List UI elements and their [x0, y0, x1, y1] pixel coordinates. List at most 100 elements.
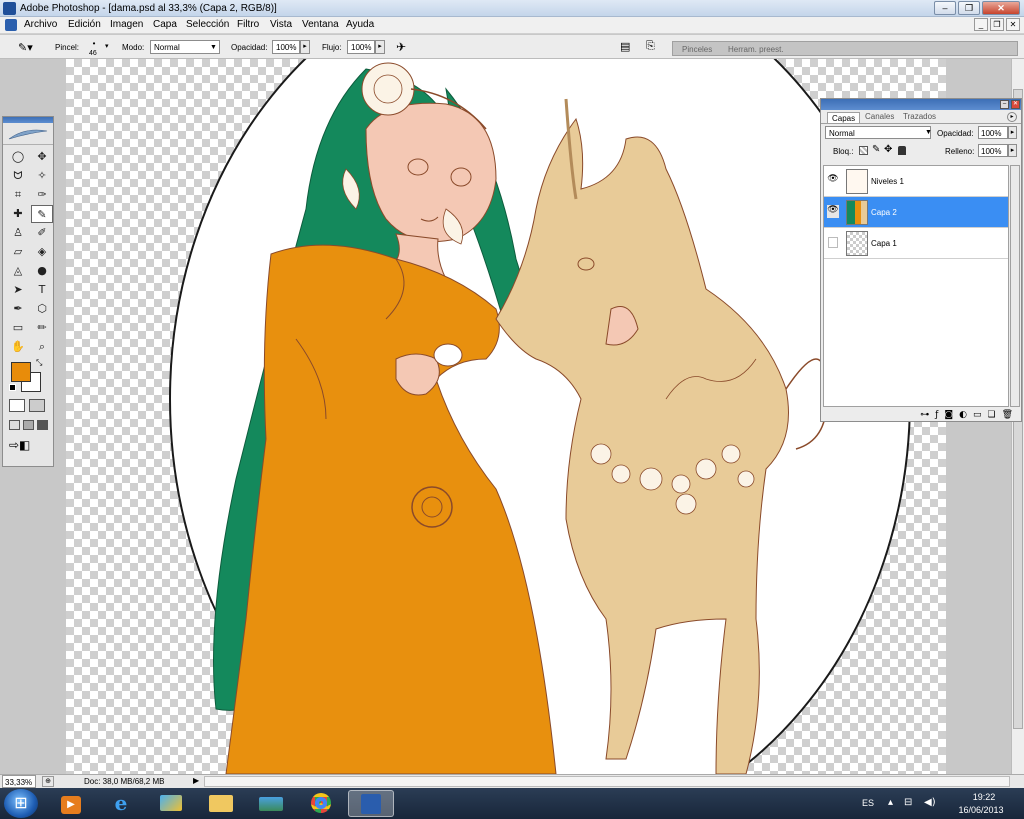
opacity-field[interactable]: 100%: [272, 40, 300, 54]
imageready-jump-icon[interactable]: ⇨◧: [9, 438, 30, 452]
eraser-tool-icon[interactable]: ▱: [7, 243, 29, 261]
screen-mode-full-menu-icon[interactable]: [23, 420, 34, 430]
crop-tool-icon[interactable]: ⌗: [7, 186, 29, 204]
menu-seleccion[interactable]: Selección: [186, 19, 229, 30]
history-brush-icon[interactable]: ✐: [31, 224, 53, 242]
zoom-options-icon[interactable]: ⊕: [42, 776, 54, 787]
minimize-button[interactable]: –: [934, 1, 956, 15]
paint-icon[interactable]: [148, 790, 194, 817]
adjustment-layer-icon[interactable]: ◐: [959, 410, 967, 420]
zoom-field[interactable]: 33,33%: [2, 775, 36, 788]
photoshop-taskbar-icon[interactable]: [348, 790, 394, 817]
layer-opacity-slider-button[interactable]: ▸: [1008, 126, 1017, 139]
type-tool-icon[interactable]: T: [31, 281, 53, 299]
flow-slider-button[interactable]: ▸: [375, 40, 385, 54]
new-group-icon[interactable]: ▭: [973, 410, 982, 420]
mode-dropdown-icon[interactable]: ▼: [210, 44, 217, 51]
layers-palette-header[interactable]: – ✕: [821, 99, 1021, 110]
layer-row-niveles-1[interactable]: 👁 Niveles 1: [824, 166, 1008, 197]
opacity-slider-button[interactable]: ▸: [300, 40, 310, 54]
eye-icon[interactable]: 👁: [827, 205, 839, 218]
menu-capa[interactable]: Capa: [153, 19, 177, 30]
blur-tool-icon[interactable]: ◬: [7, 262, 29, 280]
palette-options-icon[interactable]: ▤: [620, 40, 630, 53]
network-icon[interactable]: ⊟: [904, 797, 912, 808]
magic-wand-icon[interactable]: ✧: [31, 167, 53, 185]
new-layer-icon[interactable]: ❏: [987, 410, 995, 420]
lasso-tool-icon[interactable]: ᗢ: [7, 167, 29, 185]
standard-mode-icon[interactable]: [9, 399, 25, 412]
brush-dropdown-icon[interactable]: ▾: [105, 42, 109, 50]
fill-slider-button[interactable]: ▸: [1008, 144, 1017, 157]
show-hidden-icons-icon[interactable]: ▴: [888, 797, 893, 808]
menu-edicion[interactable]: Edición: [68, 19, 101, 30]
menu-imagen[interactable]: Imagen: [110, 19, 143, 30]
close-button[interactable]: ✕: [982, 1, 1020, 15]
doc-restore-button[interactable]: ❐: [990, 18, 1004, 31]
healing-brush-icon[interactable]: ✚: [7, 205, 29, 223]
link-layers-icon[interactable]: ⊶: [920, 410, 929, 420]
menu-vista[interactable]: Vista: [270, 19, 292, 30]
eye-icon[interactable]: 👁: [827, 174, 839, 187]
tab-trazados[interactable]: Trazados: [903, 112, 936, 121]
file-explorer-icon[interactable]: [198, 790, 244, 817]
pen-tool-icon[interactable]: ✒: [7, 300, 29, 318]
zoom-tool-icon[interactable]: ⌕: [31, 338, 53, 356]
clock-date[interactable]: 16/06/2013: [948, 805, 1014, 815]
maximize-button[interactable]: ❐: [958, 1, 980, 15]
flow-field[interactable]: 100%: [347, 40, 375, 54]
notes-tool-icon[interactable]: ▭: [7, 319, 29, 337]
language-indicator[interactable]: ES: [862, 798, 874, 808]
file-browser-icon[interactable]: ⎘: [646, 39, 655, 53]
quick-mask-icon[interactable]: [29, 399, 45, 412]
layer-row-capa-1[interactable]: Capa 1: [824, 228, 1008, 259]
screen-mode-full-icon[interactable]: [37, 420, 48, 430]
dodge-tool-icon[interactable]: ●: [31, 262, 53, 280]
status-menu-icon[interactable]: ▶: [193, 776, 199, 785]
palette-menu-icon[interactable]: ▸: [1007, 112, 1017, 122]
menu-ventana[interactable]: Ventana: [302, 19, 339, 30]
slice-tool-icon[interactable]: ✑: [31, 186, 53, 204]
move-tool-icon[interactable]: ✥: [31, 148, 53, 166]
internet-explorer-icon[interactable]: e: [98, 790, 144, 817]
lock-all-icon[interactable]: [898, 146, 906, 155]
clock-time[interactable]: 19:22: [958, 792, 1010, 802]
default-colors-icon[interactable]: [9, 384, 16, 391]
palette-minimize-button[interactable]: –: [1000, 100, 1009, 109]
shape-tool-icon[interactable]: ⬡: [31, 300, 53, 318]
menu-archivo[interactable]: Archivo: [24, 19, 57, 30]
lock-pixels-icon[interactable]: ✎: [872, 144, 880, 155]
stamp-tool-icon[interactable]: ♙: [7, 224, 29, 242]
bucket-tool-icon[interactable]: ◈: [31, 243, 53, 261]
doc-close-button[interactable]: ✕: [1006, 18, 1020, 31]
menu-filtro[interactable]: Filtro: [237, 19, 259, 30]
brush-tool-icon[interactable]: ✎▾: [18, 41, 33, 54]
doc-minimize-button[interactable]: _: [974, 18, 988, 31]
marquee-tool-icon[interactable]: ◯: [7, 148, 29, 166]
layer-mask-icon[interactable]: ◙: [944, 410, 953, 420]
eye-hidden-icon[interactable]: [828, 237, 838, 248]
start-button[interactable]: ⊞: [4, 789, 38, 818]
layer-row-capa-2[interactable]: 👁 Capa 2: [824, 197, 1008, 228]
airbrush-icon[interactable]: ✈: [396, 40, 406, 54]
blend-mode-select[interactable]: Normal: [825, 126, 931, 139]
tab-canales[interactable]: Canales: [865, 112, 894, 121]
swap-colors-icon[interactable]: ⤡: [36, 358, 42, 368]
photos-icon[interactable]: [248, 790, 294, 817]
horizontal-scrollbar[interactable]: [204, 776, 1010, 787]
path-select-icon[interactable]: ➤: [7, 281, 29, 299]
chrome-icon[interactable]: [298, 790, 344, 817]
eyedropper-icon[interactable]: ✏: [31, 319, 53, 337]
palette-close-button[interactable]: ✕: [1011, 100, 1020, 109]
tab-capas[interactable]: Capas: [827, 112, 861, 123]
canvas[interactable]: [66, 59, 946, 774]
layer-style-icon[interactable]: ƒ: [935, 410, 938, 420]
layers-scrollbar[interactable]: [1010, 165, 1020, 407]
hand-tool-icon[interactable]: ✋: [7, 338, 29, 356]
menu-ayuda[interactable]: Ayuda: [346, 19, 374, 30]
delete-layer-icon[interactable]: 🗑: [1002, 410, 1013, 420]
tab-pinceles[interactable]: Pinceles: [682, 45, 712, 54]
screen-mode-standard-icon[interactable]: [9, 420, 20, 430]
fill-field[interactable]: 100%: [978, 144, 1008, 157]
tab-herram-preest[interactable]: Herram. preest.: [728, 45, 784, 54]
